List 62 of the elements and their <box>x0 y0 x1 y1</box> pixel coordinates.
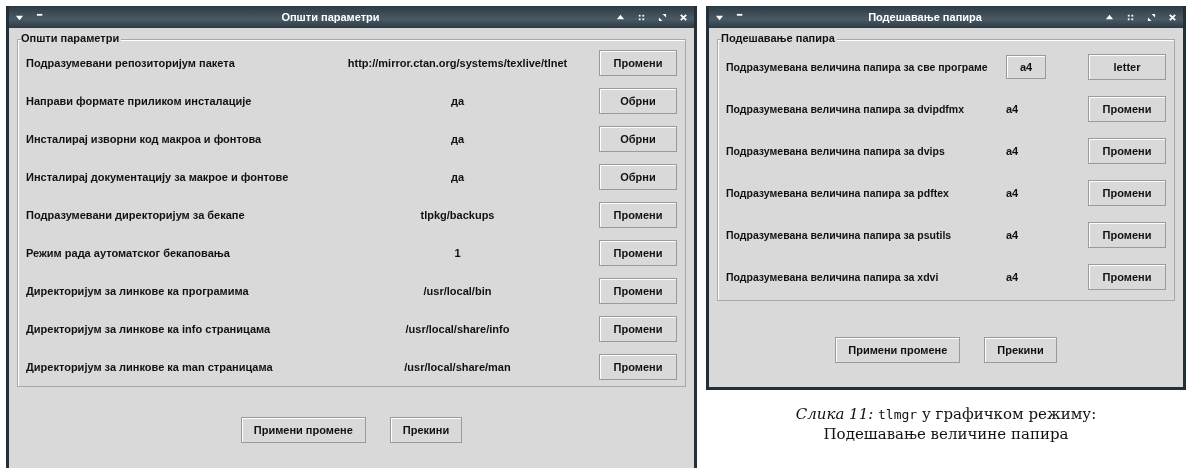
setting-label: Директоријум за линкове ка програмима <box>26 285 250 297</box>
group-title: Општи параметри <box>21 32 122 44</box>
group-title: Подешавање папира <box>721 32 837 44</box>
setting-value: tlpkg/backups <box>419 209 496 221</box>
setting-value: да <box>449 95 466 107</box>
change-button[interactable]: Обрни <box>599 164 677 190</box>
setting-value: a4 <box>1006 145 1020 157</box>
setting-label: Подразумевани директоријум за бекапе <box>26 209 246 221</box>
setting-label: Директоријум за линкове ка info страницама <box>26 323 272 335</box>
window-title: Подешавање папира <box>868 11 982 23</box>
apply-button[interactable]: Примени промене <box>835 337 961 363</box>
setting-label: Подразумевана величина папира за pdftex <box>726 187 950 199</box>
setting-value: да <box>449 171 466 183</box>
change-button[interactable]: Промени <box>599 50 677 76</box>
up-triangle-icon[interactable] <box>616 12 625 22</box>
setting-label: Режим рада аутоматског бекаповања <box>26 247 231 259</box>
setting-value: a4 <box>1006 103 1020 115</box>
close-icon[interactable] <box>1168 12 1177 22</box>
setting-label: Директоријум за линкове ка man страницама <box>26 361 274 373</box>
setting-label: Направи формате приликом инсталације <box>26 95 253 107</box>
setting-value: a4 <box>1006 271 1020 283</box>
setting-label: Инсталирај документацију за макрое и фонтове <box>26 171 290 183</box>
setting-value: /usr/local/share/man <box>403 361 512 373</box>
apply-button[interactable]: Примени промене <box>240 417 366 443</box>
change-button[interactable]: Промени <box>1088 222 1166 248</box>
cancel-button[interactable]: Прекини <box>984 337 1057 363</box>
setting-value: /usr/local/bin <box>422 285 493 297</box>
grid-dots-icon[interactable] <box>1126 12 1135 22</box>
setting-value: да <box>449 133 466 145</box>
change-button[interactable]: Обрни <box>599 88 677 114</box>
change-button[interactable]: Промени <box>1088 180 1166 206</box>
setting-label: Подразумевани репозиторијум пакета <box>26 57 236 69</box>
window-title: Општи параметри <box>281 11 380 23</box>
change-button[interactable]: letter <box>1088 54 1166 80</box>
setting-label: Инсталирај изворни код макроа и фонтова <box>26 133 263 145</box>
resize-icon[interactable] <box>1147 12 1156 22</box>
setting-label: Подразумевана величина папира за dvipdfmx <box>726 103 965 115</box>
grid-dots-icon[interactable] <box>637 12 646 22</box>
change-button[interactable]: Промени <box>599 240 677 266</box>
setting-value: a4 <box>1006 229 1020 241</box>
setting-label: Подразумевана величина папира за све програме <box>726 61 989 73</box>
change-button[interactable]: Промени <box>1088 138 1166 164</box>
change-button[interactable]: Промени <box>1088 264 1166 290</box>
setting-label: Подразумевана величина папира за xdvi <box>726 271 940 283</box>
setting-value: a4 <box>1006 187 1020 199</box>
change-button[interactable]: Промени <box>599 316 677 342</box>
change-button[interactable]: Промени <box>599 202 677 228</box>
figure-caption: Слика 11: tlmgr у графичком режиму: Подешавање величине папира <box>794 404 1098 445</box>
change-button[interactable]: Промени <box>1088 96 1166 122</box>
change-button[interactable]: Промени <box>599 354 677 380</box>
cancel-button[interactable]: Прекини <box>389 417 463 443</box>
change-button[interactable]: Промени <box>599 278 677 304</box>
setting-value: http://mirror.ctan.org/systems/texlive/tlnet <box>346 57 569 69</box>
setting-value: /usr/local/share/info <box>404 323 511 335</box>
setting-label: Подразумевана величина папира за dvips <box>726 145 946 157</box>
setting-value: 1 <box>453 247 462 259</box>
value-box: a4 <box>1006 55 1046 79</box>
close-icon[interactable] <box>679 12 688 22</box>
change-button[interactable]: Обрни <box>599 126 677 152</box>
setting-label: Подразумевана величина папира за psutils <box>726 229 953 241</box>
up-triangle-icon[interactable] <box>1105 12 1114 22</box>
resize-icon[interactable] <box>658 12 667 22</box>
